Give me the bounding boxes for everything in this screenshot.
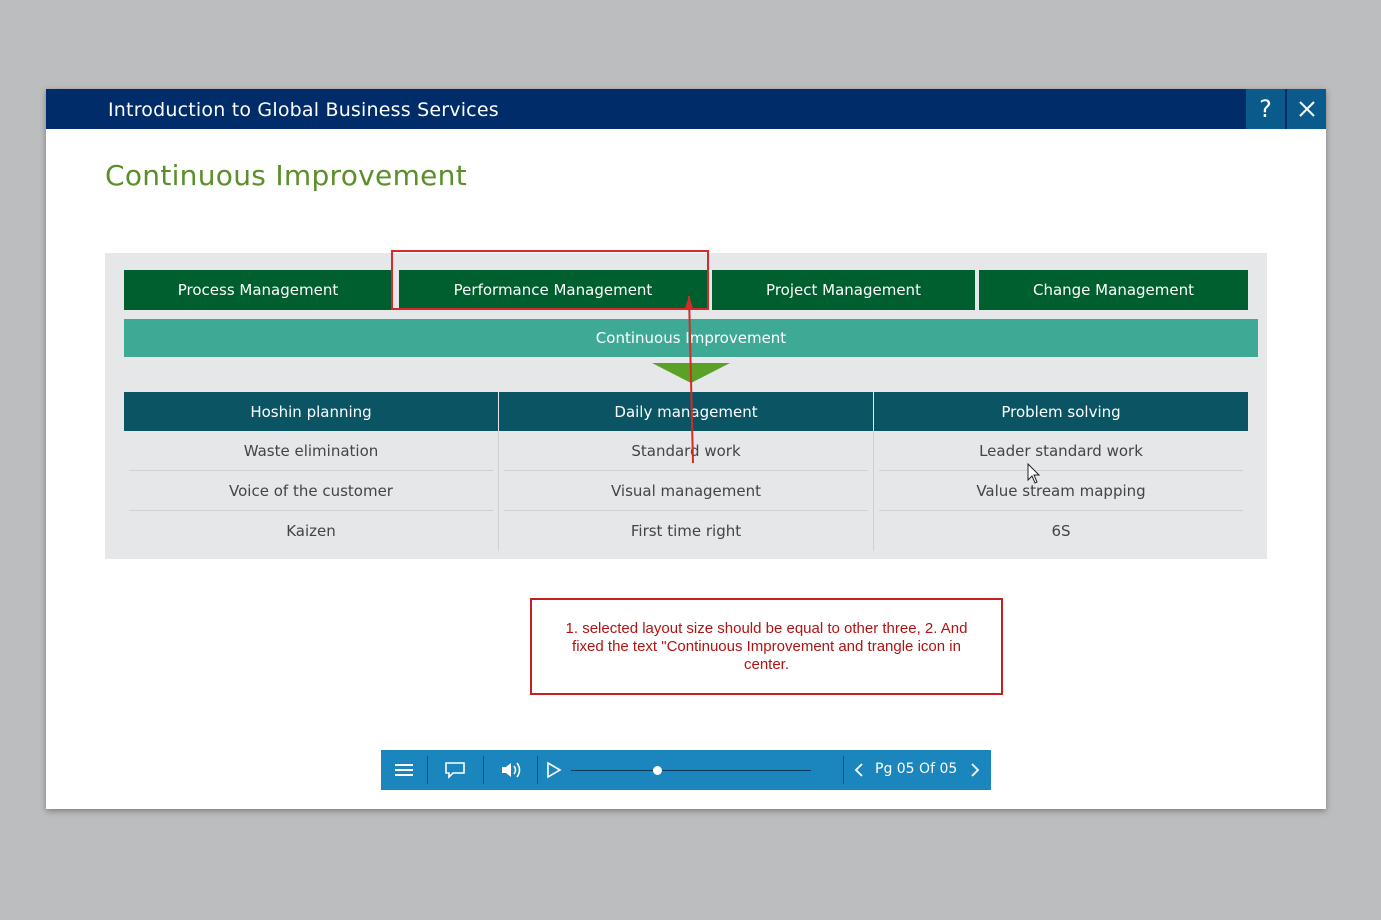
chevron-left-icon	[854, 763, 863, 777]
previous-page-button[interactable]	[849, 750, 869, 790]
page-indicator: Pg 05 Of 05	[875, 761, 958, 777]
menu-button[interactable]	[385, 750, 423, 790]
progress-track[interactable]	[571, 770, 811, 771]
next-page-button[interactable]	[965, 750, 985, 790]
player-bar: Pg 05 Of 05	[381, 750, 991, 790]
course-window: Introduction to Global Business Services…	[46, 89, 1326, 809]
progress-knob[interactable]	[653, 766, 663, 775]
volume-button[interactable]	[489, 750, 533, 790]
menu-icon	[395, 764, 413, 776]
play-button[interactable]	[541, 750, 567, 790]
player-divider	[537, 756, 538, 784]
annotation-arrow	[685, 295, 694, 464]
speech-bubble-icon	[445, 762, 465, 779]
transcript-button[interactable]	[433, 750, 477, 790]
chevron-right-icon	[971, 763, 980, 777]
player-divider	[427, 756, 428, 784]
player-divider	[483, 756, 484, 784]
volume-icon	[502, 762, 521, 778]
mouse-pointer-icon	[1027, 463, 1041, 484]
play-icon	[547, 761, 562, 779]
player-divider	[843, 756, 844, 784]
annotation-note: 1. selected layout size should be equal …	[530, 598, 1003, 695]
